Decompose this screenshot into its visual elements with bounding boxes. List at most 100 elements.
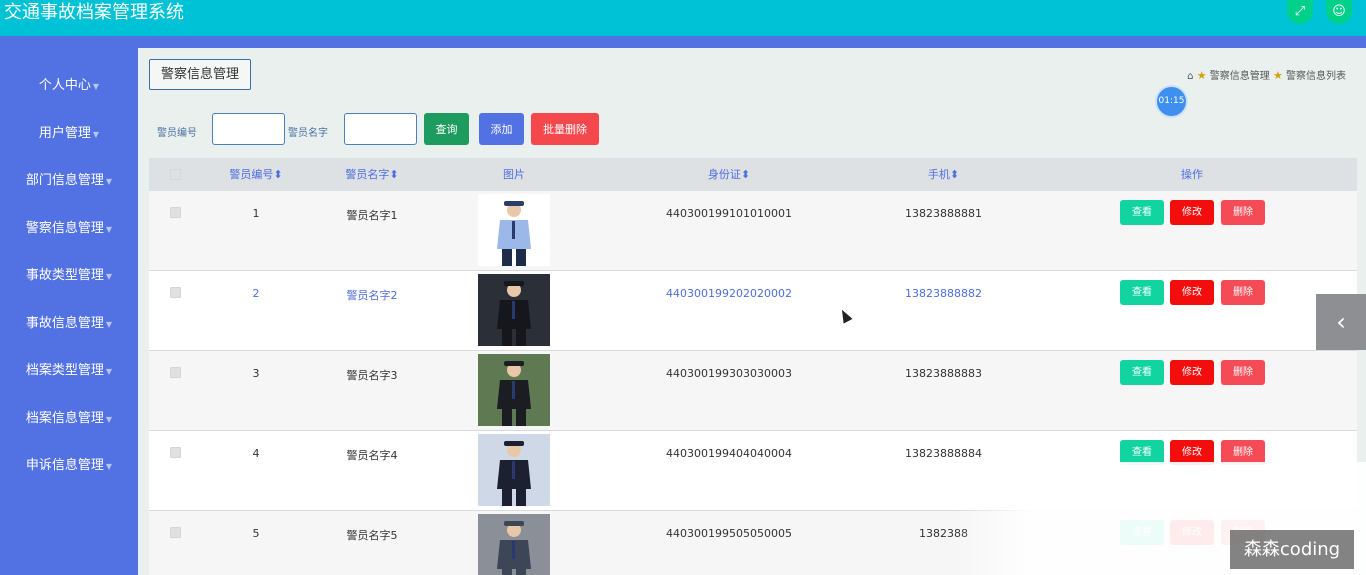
police-photo[interactable] [478,194,550,266]
sidebar-item-label: 档案信息管理 [25,411,104,426]
sort-icon: ⬍ [740,168,751,181]
caret-down-icon: ▼ [92,130,100,139]
sidebar: 个人中心 ▼ 用户管理 ▼ 部门信息管理 ▼ 警察信息管理 ▼ 事故类型管理 ▼ 事故信息… [0,48,138,575]
police-id-cell: 2 [252,287,260,300]
row-checkbox[interactable] [170,527,181,538]
police-photo[interactable] [478,354,550,426]
idcard-cell: 440300199404040004 [666,447,792,460]
delete-button[interactable]: 删除 [1221,200,1265,225]
sidebar-item-archives[interactable]: 档案信息管理 ▼ [0,404,138,434]
row-checkbox[interactable] [170,207,181,218]
idcard-cell: 440300199303030003 [666,367,792,380]
row-checkbox[interactable] [170,447,181,458]
police-name-cell: 警员名字5 [346,529,398,542]
sidebar-item-police[interactable]: 警察信息管理 ▼ [0,214,138,244]
row-checkbox[interactable] [170,287,181,298]
table-row[interactable]: 1 警员名字1 440300199101010001 13823888881 查看 修改删… [149,191,1357,271]
sidebar-item-label: 申诉信息管理 [25,458,104,473]
sidebar-item-label: 事故类型管理 [25,268,104,283]
police-id-cell: 1 [252,207,260,220]
header-actions: 操作 [1181,168,1203,181]
header-idcard[interactable]: 身份证⬍ [664,158,794,191]
row-checkbox[interactable] [170,367,181,378]
view-button[interactable]: 查看 [1120,280,1164,305]
user-icon[interactable]: ☺ [1326,0,1352,24]
breadcrumb-item: 警察信息列表 [1286,71,1346,82]
sidebar-item-profile[interactable]: 个人中心 ▼ [0,71,138,101]
sidebar-item-accident-types[interactable]: 事故类型管理 ▼ [0,261,138,291]
page-title: 警察信息管理 [149,59,251,90]
delete-button[interactable]: 删除 [1221,360,1265,385]
view-button[interactable]: 查看 [1120,200,1164,225]
sidebar-item-label: 警察信息管理 [25,221,104,236]
table-header: 警员编号⬍ 警员名字⬍ 图片 身份证⬍ 手机⬍ 操作 [149,158,1357,191]
officer-image [478,434,550,506]
caret-down-icon: ▼ [105,272,113,281]
sidebar-item-departments[interactable]: 部门信息管理 ▼ [0,166,138,196]
caret-down-icon: ▼ [92,82,100,91]
police-photo[interactable] [478,514,550,575]
edit-button[interactable]: 修改 [1170,200,1214,225]
delete-button[interactable]: 删除 [1221,280,1265,305]
phone-cell: 13823888883 [905,367,982,380]
police-photo[interactable] [478,274,550,346]
table-row[interactable]: 3 警员名字3 440300199303030003 13823888883 查看 修改删… [149,351,1357,431]
police-id-cell: 4 [252,447,260,460]
header-police-id[interactable]: 警员编号⬍ [221,158,291,191]
search-bar: 警员编号 警员名字 查询 添加 批量删除 [138,113,1366,147]
sidebar-item-label: 事故信息管理 [25,316,104,331]
caret-down-icon: ▼ [105,320,113,329]
idcard-cell: 440300199101010001 [666,207,792,220]
header-photo: 图片 [503,168,525,181]
collapse-panel-button[interactable]: ‹ [1316,294,1366,350]
edit-button[interactable]: 修改 [1170,280,1214,305]
query-button[interactable]: 查询 [424,113,469,145]
view-button[interactable]: 查看 [1120,360,1164,385]
edit-button[interactable]: 修改 [1170,360,1214,385]
police-id-label: 警员编号 [157,128,197,139]
police-name-cell: 警员名字1 [346,209,398,222]
breadcrumb: ⌂ ★ 警察信息管理 ★ 警察信息列表 [1187,67,1346,82]
officer-image [478,354,550,426]
batch-delete-button[interactable]: 批量删除 [531,113,599,145]
header-police-name[interactable]: 警员名字⬍ [332,158,412,191]
header-label: 警员名字 [345,168,390,181]
officer-image [478,514,550,575]
sidebar-item-label: 用户管理 [38,126,91,141]
police-photo[interactable] [478,434,550,506]
sidebar-item-label: 档案类型管理 [25,363,104,378]
star-icon: ★ [1272,69,1283,82]
sort-icon: ⬍ [273,168,283,181]
header-label: 身份证 [707,168,741,181]
app-title: 交通事故档案管理系统 [4,2,184,23]
select-all-checkbox[interactable] [170,169,181,180]
police-id-cell: 5 [252,527,260,540]
header-label: 手机 [927,168,950,181]
sidebar-item-archive-types[interactable]: 档案类型管理 ▼ [0,356,138,386]
police-name-input[interactable] [344,113,417,145]
sort-icon: ⬍ [389,168,399,181]
phone-cell: 13823888882 [905,287,982,300]
officer-image [478,274,550,346]
caret-down-icon: ▼ [105,415,113,424]
idcard-cell: 440300199202020002 [666,287,792,300]
caret-down-icon: ▼ [105,177,113,186]
breadcrumb-item[interactable]: 警察信息管理 [1210,71,1270,82]
table-row[interactable]: 2 警员名字2 440300199202020002 13823888882 查看 修改删… [149,271,1357,351]
police-name-cell: 警员名字2 [346,289,398,302]
sidebar-item-accidents[interactable]: 事故信息管理 ▼ [0,309,138,339]
chevron-left-icon: ‹ [1336,308,1346,336]
idcard-cell: 440300199505050005 [666,527,792,540]
add-button[interactable]: 添加 [479,113,524,145]
fullscreen-icon[interactable]: ⤢ [1287,0,1313,24]
header-phone[interactable]: 手机⬍ [901,158,986,191]
police-name-label: 警员名字 [288,128,328,139]
sidebar-item-appeals[interactable]: 申诉信息管理 ▼ [0,451,138,481]
home-icon[interactable]: ⌂ [1187,71,1193,82]
top-bar: 交通事故档案管理系统 ⤢ ☺ [0,0,1366,36]
caret-down-icon: ▼ [105,225,113,234]
watermark: 森森coding [1230,530,1354,569]
sidebar-item-users[interactable]: 用户管理 ▼ [0,119,138,149]
police-name-cell: 警员名字3 [346,369,398,382]
police-id-input[interactable] [212,113,285,145]
